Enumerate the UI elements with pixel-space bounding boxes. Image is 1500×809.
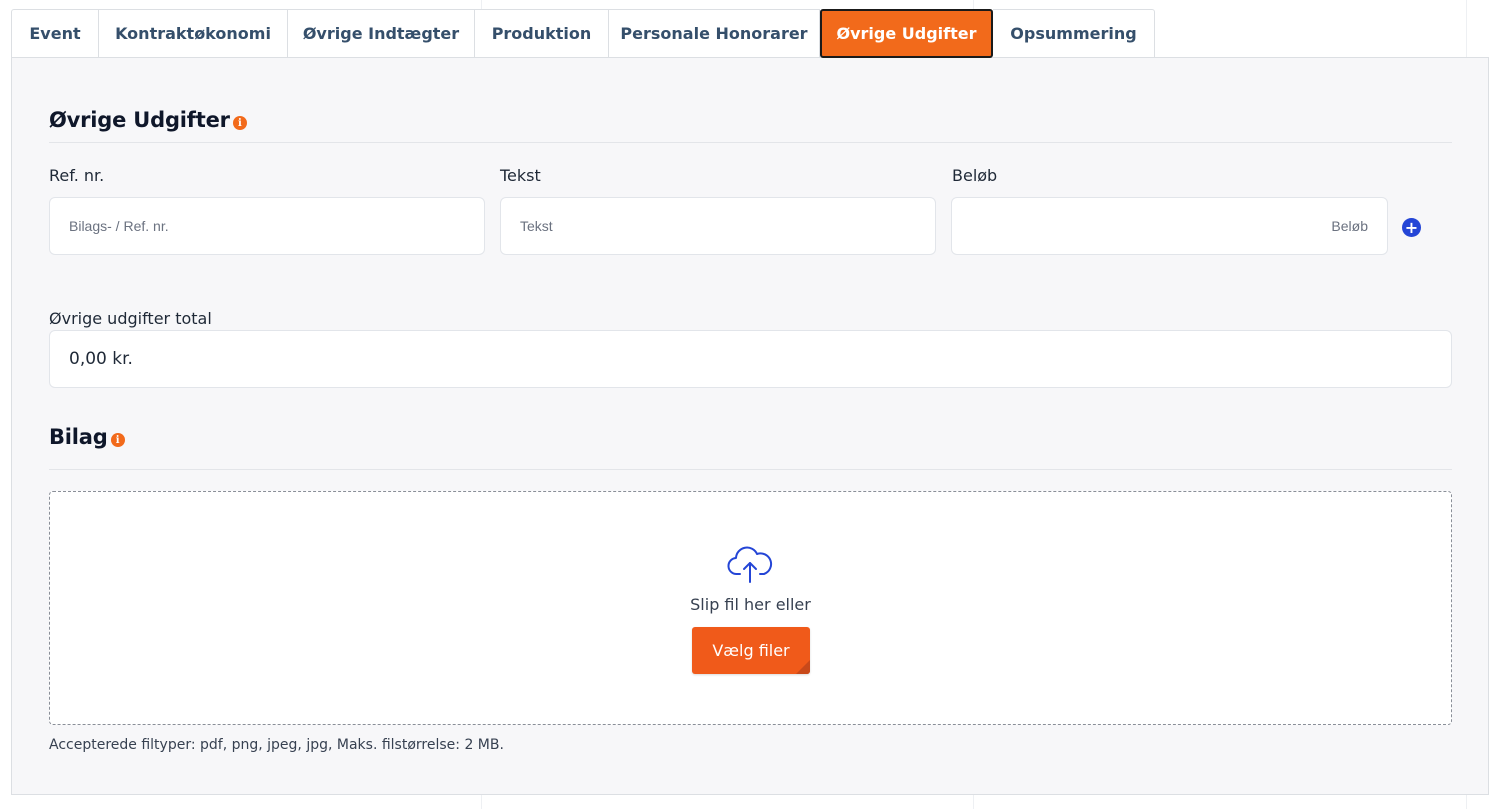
- tab-panel: Øvrige Udgifter i Ref. nr. Tekst Beløb B…: [11, 57, 1489, 795]
- tab-produktion[interactable]: Produktion: [475, 9, 609, 58]
- section-divider: [49, 142, 1452, 143]
- section-divider: [49, 469, 1452, 470]
- tab-bar: Event Kontraktøkonomi Øvrige Indtægter P…: [11, 9, 1155, 58]
- belob-label: Beløb: [952, 166, 998, 185]
- tekst-input[interactable]: Tekst: [500, 197, 936, 255]
- tab-personale-honorarer[interactable]: Personale Honorarer: [609, 9, 820, 58]
- page: Event Kontraktøkonomi Øvrige Indtægter P…: [0, 0, 1500, 809]
- accepted-filetypes-hint: Accepterede filtyper: pdf, png, jpeg, jp…: [49, 737, 504, 753]
- ref-nr-label: Ref. nr.: [49, 166, 105, 185]
- info-icon[interactable]: i: [232, 116, 247, 130]
- attachments-title-text: Bilag: [49, 425, 108, 449]
- info-icon[interactable]: i: [110, 433, 125, 447]
- expenses-section-title: Øvrige Udgifter i: [49, 108, 247, 132]
- cloud-upload-icon: [727, 546, 773, 583]
- tab-kontraktokonomi[interactable]: Kontraktøkonomi: [99, 9, 288, 58]
- tab-event[interactable]: Event: [11, 9, 99, 58]
- file-dropzone[interactable]: Slip fil her eller Vælg filer: [49, 491, 1452, 725]
- total-field: 0,00 kr.: [49, 330, 1452, 388]
- drop-text: Slip fil her eller: [690, 595, 811, 614]
- tab-ovrige-udgifter[interactable]: Øvrige Udgifter: [820, 9, 993, 58]
- attachments-section-title: Bilag i: [49, 425, 125, 449]
- tab-opsummering[interactable]: Opsummering: [993, 9, 1155, 58]
- total-label: Øvrige udgifter total: [49, 309, 212, 328]
- expenses-title-text: Øvrige Udgifter: [49, 108, 230, 132]
- tekst-label: Tekst: [500, 166, 541, 185]
- belob-input[interactable]: Beløb: [951, 197, 1388, 255]
- plus-circle-icon[interactable]: +: [1402, 218, 1421, 237]
- choose-files-button[interactable]: Vælg filer: [692, 627, 810, 674]
- ref-nr-input[interactable]: Bilags- / Ref. nr.: [49, 197, 485, 255]
- tab-ovrige-indtaegter[interactable]: Øvrige Indtægter: [288, 9, 475, 58]
